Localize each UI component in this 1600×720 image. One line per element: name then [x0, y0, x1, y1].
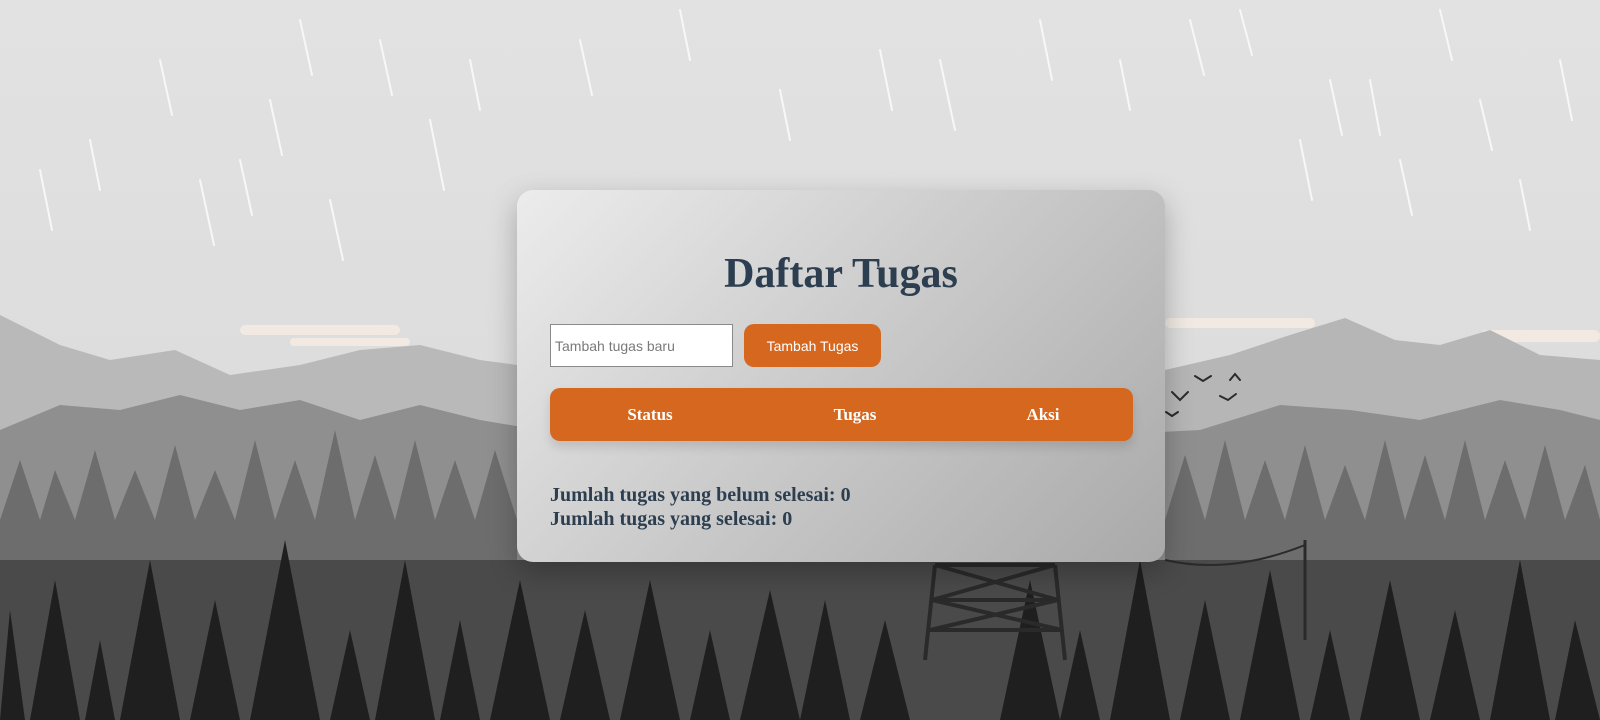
page-title: Daftar Tugas [724, 251, 958, 297]
task-table-header: Status Tugas Aksi [550, 388, 1133, 441]
new-task-input[interactable] [550, 324, 733, 367]
pending-count: Jumlah tugas yang belum selesai: 0 [550, 484, 851, 506]
header-task: Tugas [833, 405, 877, 424]
todo-card: Daftar Tugas Tambah Tugas Status Tugas A… [517, 190, 1165, 562]
done-count: Jumlah tugas yang selesai: 0 [550, 508, 793, 530]
header-action: Aksi [1026, 405, 1060, 424]
header-status: Status [627, 405, 673, 424]
add-task-button[interactable]: Tambah Tugas [744, 324, 881, 367]
